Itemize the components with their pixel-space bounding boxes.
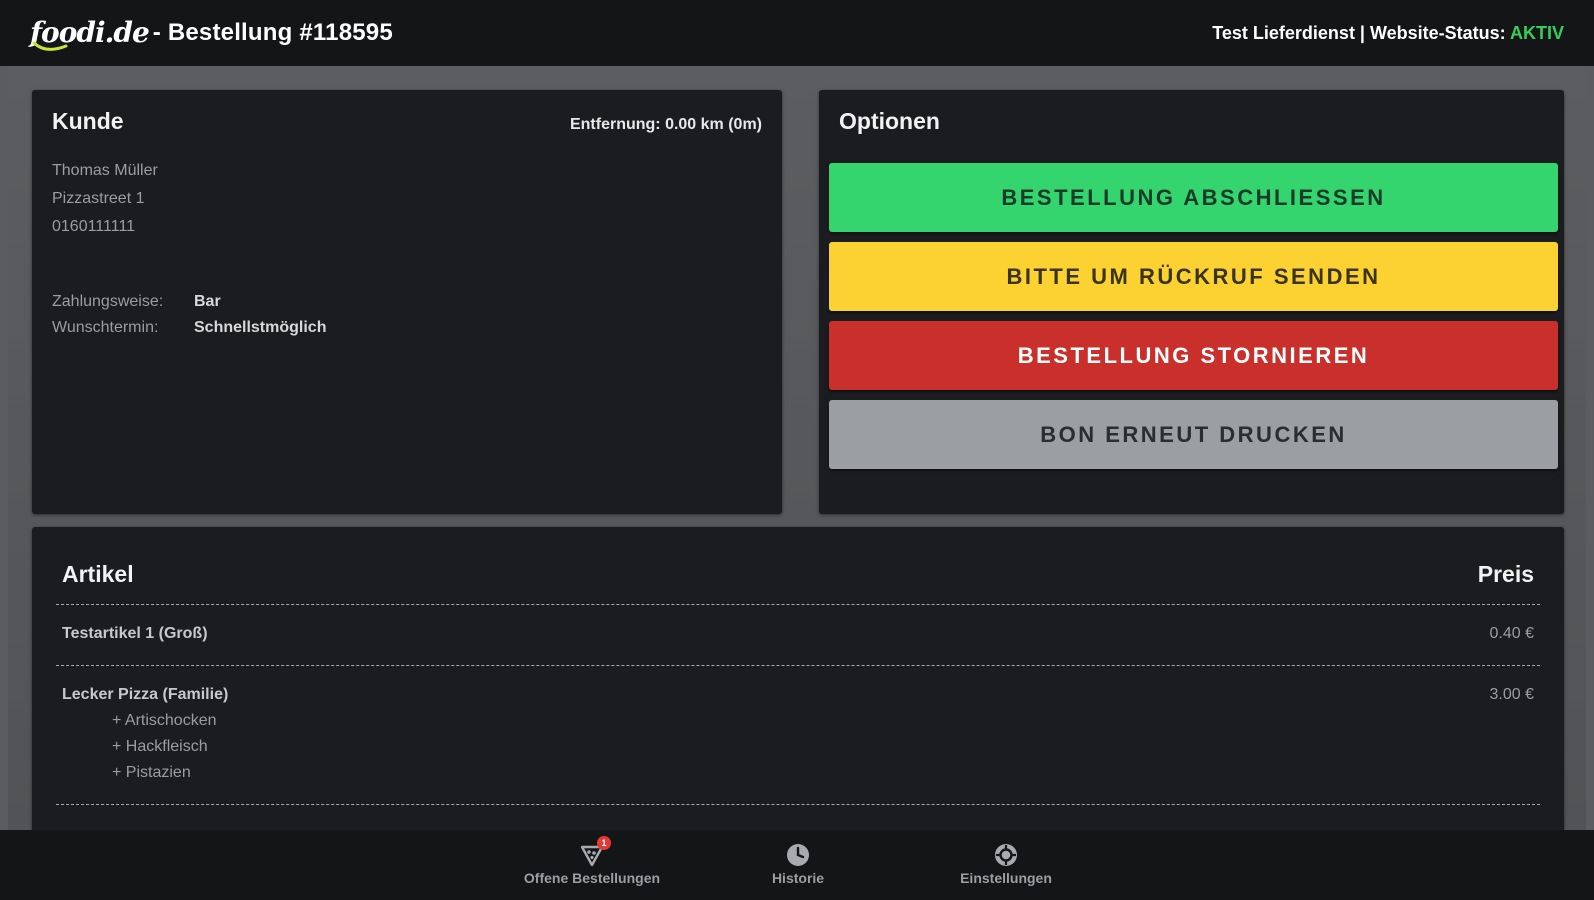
item-extra: + Pistazien [112,764,191,781]
price-column-header: Preis [1477,561,1534,587]
app-header: foodi.de - Bestellung #118595 Test Liefe… [0,0,1594,66]
logo-smile-icon [32,41,68,51]
delivery-time-label: Wunschtermin: [52,319,159,336]
customer-address: Pizzastreet 1 [52,190,145,207]
bottom-nav: 1 Offene Bestellungen Historie Einstellu… [0,830,1594,900]
reprint-receipt-button[interactable]: BON ERNEUT DRUCKEN [829,400,1558,469]
cancel-order-button[interactable]: BESTELLUNG STORNIEREN [829,321,1558,390]
item-extra: + Hackfleisch [112,738,208,755]
delivery-time-value: Schnellstmöglich [194,319,327,336]
items-header: Artikel Preis [56,551,1540,605]
customer-name: Thomas Müller [52,162,158,179]
complete-order-button[interactable]: BESTELLUNG ABSCHLIESSEN [829,163,1558,232]
items-card: Artikel Preis Testartikel 1 (Groß) 0.40 … [32,527,1564,847]
item-price: 0.40 € [1489,625,1534,642]
nav-open-orders[interactable]: 1 Offene Bestellungen [492,836,692,888]
nav-open-orders-label: Offene Bestellungen [523,870,661,886]
customer-card: Kunde Entfernung: 0.00 km (0m) Thomas Mü… [32,90,782,514]
payment-label: Zahlungsweise: [52,293,164,310]
pizza-icon: 1 [579,836,611,868]
main-content: Kunde Entfernung: 0.00 km (0m) Thomas Mü… [8,66,1586,847]
distance-text: Entfernung: 0.00 km (0m) [569,116,762,133]
open-orders-badge: 1 [597,836,611,850]
table-row: Lecker Pizza (Familie) + Artischocken + … [56,666,1540,805]
table-row: Testartikel 1 (Groß) 0.40 € [56,605,1540,666]
item-name: Lecker Pizza (Familie) [62,686,229,703]
options-title: Optionen [839,108,940,134]
status-prefix: Test Lieferdienst | Website-Status: [1212,22,1510,43]
app: foodi.de - Bestellung #118595 Test Liefe… [0,0,1594,900]
logo[interactable]: foodi.de [30,10,150,56]
brand: foodi.de - Bestellung #118595 [30,10,393,56]
article-column-header: Artikel [62,561,134,587]
options-card: Optionen BESTELLUNG ABSCHLIESSEN BITTE U… [819,90,1564,514]
nav-history[interactable]: Historie [698,838,898,888]
status-badge: AKTIV [1510,22,1564,43]
gear-icon [993,842,1019,868]
customer-phone: 0160111111 [52,218,136,235]
nav-settings[interactable]: Einstellungen [906,838,1106,888]
request-callback-button[interactable]: BITTE UM RÜCKRUF SENDEN [829,242,1558,311]
order-details: Zahlungsweise: Bar Wunschtermin: Schnell… [52,289,762,341]
item-extra: + Artischocken [112,712,217,729]
payment-value: Bar [194,293,221,310]
item-name: Testartikel 1 (Groß) [62,625,208,642]
nav-settings-label: Einstellungen [960,870,1052,886]
page-title: - Bestellung #118595 [152,19,393,46]
customer-title: Kunde [52,108,124,134]
nav-history-label: Historie [771,870,825,886]
item-price: 3.00 € [1489,686,1534,703]
website-status: Test Lieferdienst | Website-Status: AKTI… [1212,23,1564,44]
clock-icon [785,842,811,868]
